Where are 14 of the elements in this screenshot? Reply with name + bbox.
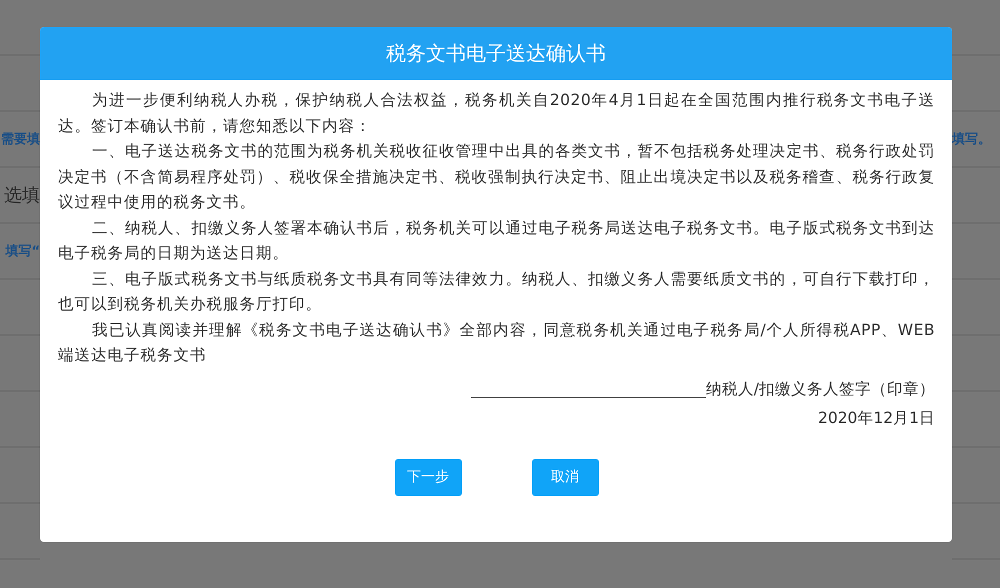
cancel-button[interactable]: 取消 [532, 458, 598, 496]
background-text: 需要填 [1, 131, 40, 148]
paragraph: 三、电子版式税务文书与纸质税务文书具有同等法律效力。纳税人、扣缴义务人需要纸质文书的，可自行下载打印，也可以到税务机关办税服务厅打印。 [58, 268, 935, 315]
date-text: 2020年12月1日 [818, 408, 935, 426]
paragraph: 二、纳税人、扣缴义务人签署本确认书后，税务机关可以通过电子税务局送达电子税务文书。电子版式税务文书到达电子税务局的日期为送达日期。 [58, 218, 935, 264]
signature-line[interactable] [470, 396, 706, 398]
paragraph: 为进一步便利纳税人办税，保护纳税人合法权益，税务机关自2020年4月1日起在全国范围内推行税务文书电子送达。签订本确认书前，请您知悉以下内容： [58, 90, 935, 136]
dialog-title: 税务文书电子送达确认书 [40, 27, 952, 80]
paragraph: 我已认真阅读并理解《税务文书电子送达确认书》全部内容，同意税务机关通过电子税务局/个人所得税APP、WEB端送达电子税务文书 [58, 320, 935, 366]
next-button[interactable]: 下一步 [394, 458, 462, 496]
signature-label: 纳税人/扣缴义务人签字（印章） [706, 378, 935, 400]
background-text: 选填 [4, 184, 40, 207]
paragraph: 一、电子送达税务文书的范围为税务机关税收征收管理中出具的各类文书，暂不包括税务处理决定书、税务行政处罚决定书（不含简易程序处罚）、税收保全措施决定书、税收强制执行决定书、阻止出境决定书以及税务稽查、税务行政复议过程中使用的税务文书。 [58, 141, 935, 213]
background-text: 填写“ [5, 243, 40, 260]
